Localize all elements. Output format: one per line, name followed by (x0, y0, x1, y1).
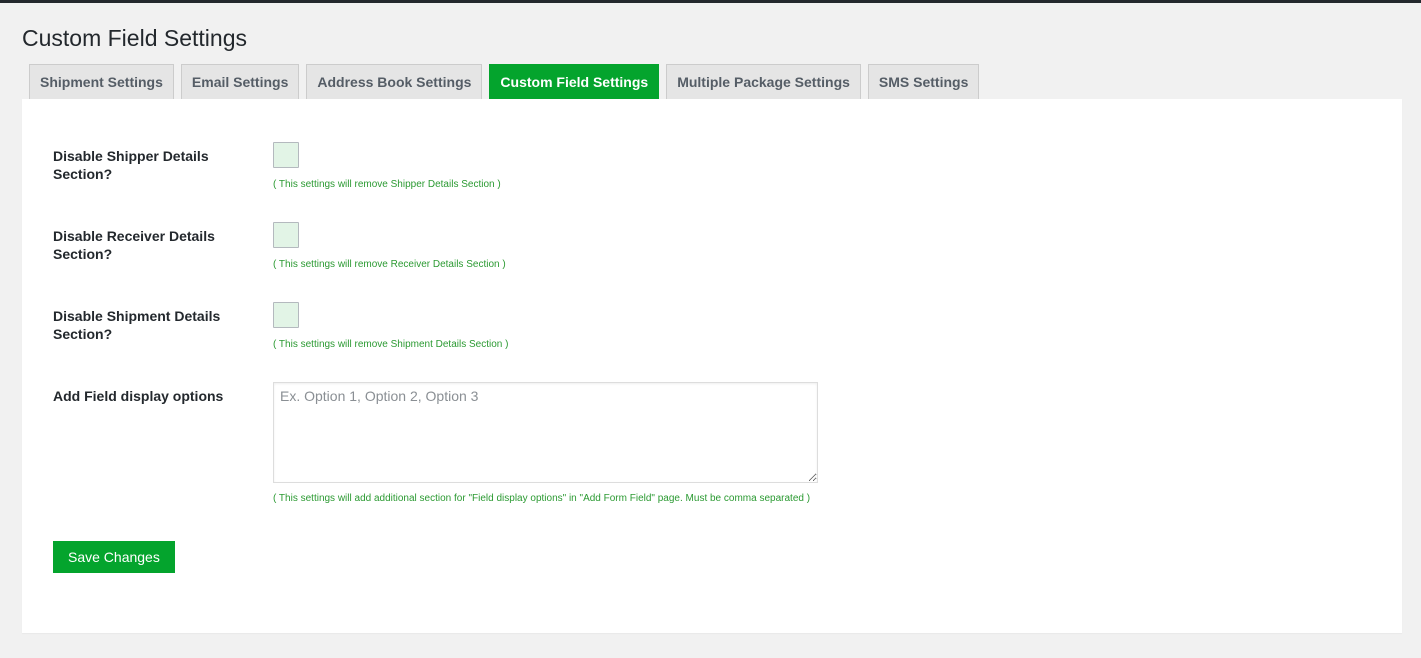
disable-shipment-checkbox[interactable] (273, 302, 299, 328)
disable-shipment-help: ( This settings will remove Shipment Det… (273, 339, 509, 350)
page-title: Custom Field Settings (22, 25, 247, 51)
disable-receiver-checkbox[interactable] (273, 222, 299, 248)
tab-custom-field-settings[interactable]: Custom Field Settings (489, 64, 660, 99)
disable-shipper-label: Disable Shipper Details Section? (53, 148, 209, 182)
field-display-options-help: ( This settings will add additional sect… (273, 493, 811, 504)
disable-shipper-help: ( This settings will remove Shipper Deta… (273, 179, 501, 190)
tab-sms-settings[interactable]: SMS Settings (867, 64, 980, 99)
tab-address-book-settings[interactable]: Address Book Settings (306, 64, 483, 99)
tab-shipment-settings[interactable]: Shipment Settings (29, 64, 174, 99)
disable-shipper-checkbox[interactable] (273, 142, 299, 168)
save-changes-button[interactable]: Save Changes (53, 541, 175, 573)
tab-email-settings[interactable]: Email Settings (180, 64, 300, 99)
tab-multiple-package-settings[interactable]: Multiple Package Settings (666, 64, 861, 99)
disable-receiver-label: Disable Receiver Details Section? (53, 228, 215, 262)
field-display-options-textarea[interactable] (273, 382, 818, 483)
admin-top-bar (0, 0, 1421, 3)
disable-shipment-label: Disable Shipment Details Section? (53, 308, 221, 342)
settings-panel: Disable Shipper Details Section? ( This … (22, 99, 1402, 633)
settings-tabs: Shipment Settings Email Settings Address… (29, 64, 986, 99)
disable-receiver-help: ( This settings will remove Receiver Det… (273, 259, 506, 270)
field-display-options-label: Add Field display options (53, 388, 224, 404)
